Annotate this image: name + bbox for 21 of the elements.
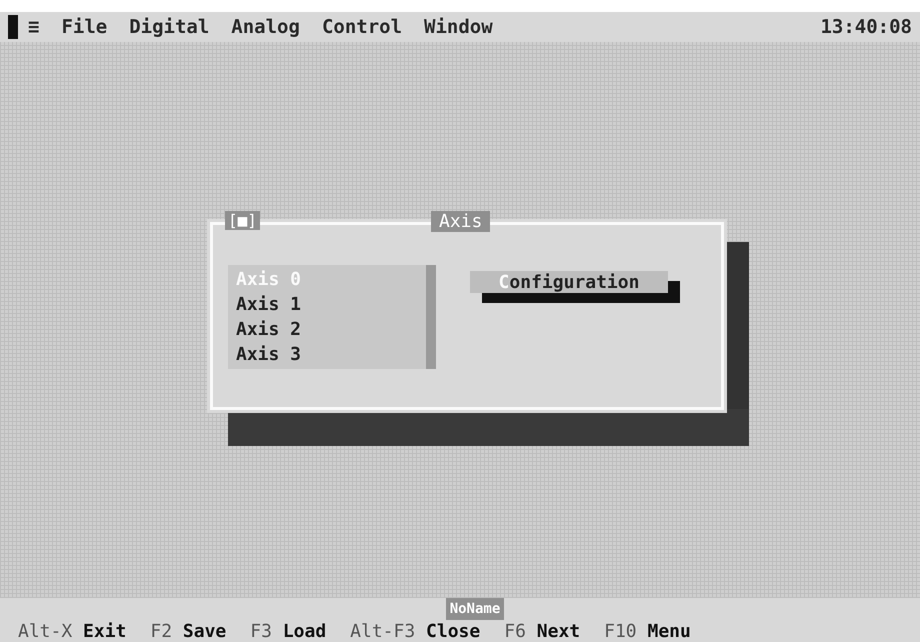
menu-item[interactable]: Window: [424, 16, 493, 38]
list-item[interactable]: Axis 1: [228, 292, 426, 317]
menu-item[interactable]: Analog: [231, 16, 300, 38]
cursor-block: [8, 15, 18, 39]
status-item[interactable]: Alt-X Exit: [18, 620, 126, 642]
file-name: NoName: [446, 598, 504, 620]
scroll-bar[interactable]: [426, 265, 436, 369]
status-item[interactable]: F10 Menu: [604, 620, 691, 642]
window-title: Axis: [431, 211, 490, 232]
status-item[interactable]: F6 Next: [504, 620, 580, 642]
status-item[interactable]: F3 Load: [250, 620, 326, 642]
menu-item[interactable]: File: [61, 16, 108, 38]
menu-item[interactable]: Digital: [129, 16, 210, 38]
status-item[interactable]: Alt-F3 Close: [350, 620, 480, 642]
list-item[interactable]: Axis 2: [228, 317, 426, 342]
configuration-button[interactable]: Configuration: [470, 271, 668, 293]
status-item[interactable]: F2 Save: [150, 620, 226, 642]
menu-item[interactable]: ≡: [28, 16, 40, 38]
clock: 13:40:08: [820, 16, 912, 38]
menu-item[interactable]: Control: [322, 16, 402, 38]
list-item[interactable]: Axis 3: [228, 342, 426, 367]
